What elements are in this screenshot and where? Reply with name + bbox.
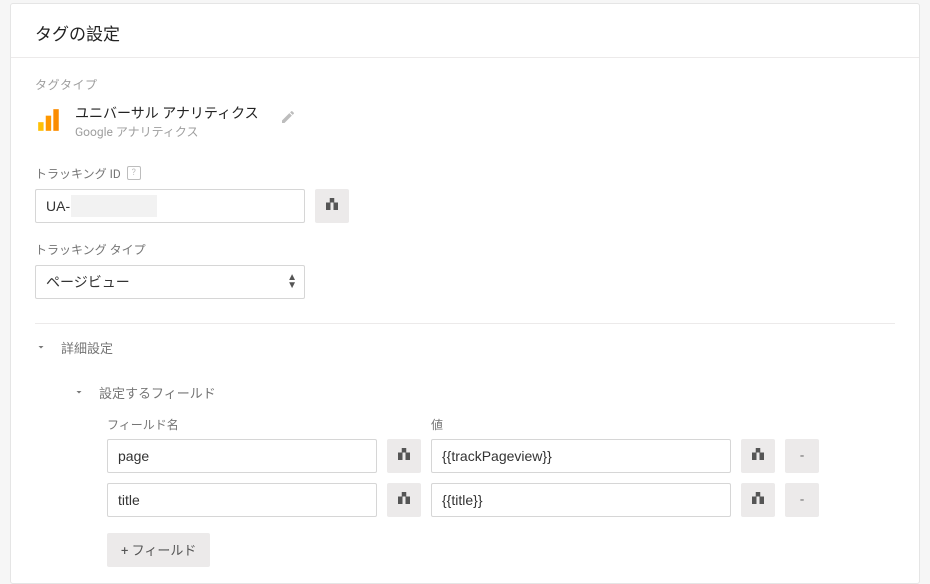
column-header-name: フィールド名 bbox=[107, 416, 377, 433]
tracking-type-select[interactable]: ページビュー bbox=[35, 265, 305, 299]
help-icon[interactable]: ? bbox=[127, 166, 141, 180]
tracking-id-group: トラッキング ID ? bbox=[11, 147, 919, 237]
advanced-settings-label: 詳細設定 bbox=[61, 338, 113, 357]
tracking-id-label: トラッキング ID ? bbox=[35, 165, 895, 182]
tag-type-texts: ユニバーサル アナリティクス Google アナリティクス bbox=[75, 105, 259, 141]
card-title: タグの設定 bbox=[11, 4, 919, 57]
building-block-icon bbox=[395, 489, 413, 511]
field-row: - bbox=[11, 483, 919, 527]
building-block-icon bbox=[395, 445, 413, 467]
field-settings-toggle[interactable]: 設定するフィールド bbox=[11, 371, 919, 416]
variable-picker-button[interactable] bbox=[741, 439, 775, 473]
field-value-input[interactable] bbox=[431, 439, 731, 473]
tag-type-row: ユニバーサル アナリティクス Google アナリティクス bbox=[35, 105, 895, 141]
building-block-icon bbox=[749, 445, 767, 467]
add-field-label: + フィールド bbox=[121, 540, 196, 559]
tracking-id-input[interactable] bbox=[35, 189, 305, 223]
edit-tag-type-button[interactable] bbox=[277, 108, 299, 130]
chevron-down-icon bbox=[73, 386, 85, 398]
tag-type-section: タグタイプ ユニバーサル アナリティクス Google アナリティクス bbox=[11, 58, 919, 147]
field-name-input[interactable] bbox=[107, 439, 377, 473]
variable-picker-button[interactable] bbox=[315, 189, 349, 223]
tracking-id-label-text: トラッキング ID bbox=[35, 165, 121, 182]
variable-picker-button[interactable] bbox=[387, 483, 421, 517]
field-row: - bbox=[11, 439, 919, 483]
tag-type-section-label: タグタイプ bbox=[35, 76, 895, 93]
remove-field-button[interactable]: - bbox=[785, 439, 819, 473]
tracking-type-group: トラッキング タイプ ページビュー ▲▼ bbox=[11, 237, 919, 313]
tracking-type-select-wrap: ページビュー ▲▼ bbox=[35, 265, 305, 299]
column-header-value: 値 bbox=[431, 416, 731, 433]
add-field-button[interactable]: + フィールド bbox=[107, 533, 210, 567]
tag-config-card: タグの設定 タグタイプ ユニバーサル アナリティクス Google アナリティク… bbox=[10, 3, 920, 584]
tag-type-name: ユニバーサル アナリティクス bbox=[75, 105, 259, 123]
variable-picker-button[interactable] bbox=[741, 483, 775, 517]
field-name-input[interactable] bbox=[107, 483, 377, 517]
tracking-type-label: トラッキング タイプ bbox=[35, 241, 895, 258]
remove-field-button[interactable]: - bbox=[785, 483, 819, 517]
tracking-id-input-wrap bbox=[35, 189, 305, 223]
field-settings-label: 設定するフィールド bbox=[99, 383, 216, 402]
building-block-icon bbox=[749, 489, 767, 511]
chevron-down-icon bbox=[35, 341, 47, 353]
building-block-icon bbox=[323, 195, 341, 217]
advanced-settings-toggle[interactable]: 詳細設定 bbox=[11, 324, 919, 371]
field-columns-header: フィールド名 値 bbox=[11, 416, 919, 439]
pencil-icon bbox=[280, 109, 296, 129]
google-analytics-icon bbox=[35, 105, 63, 133]
tag-type-provider: Google アナリティクス bbox=[75, 125, 259, 141]
field-value-input[interactable] bbox=[431, 483, 731, 517]
variable-picker-button[interactable] bbox=[387, 439, 421, 473]
